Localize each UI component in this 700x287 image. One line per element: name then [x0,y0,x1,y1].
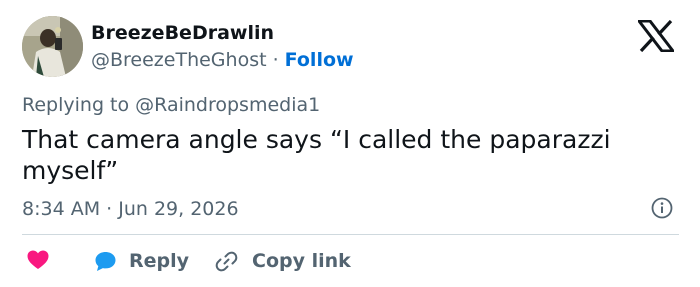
avatar[interactable] [22,16,83,77]
author-handle-line: @BreezeTheGhost · Follow [91,48,354,72]
tweet-text: That camera angle says “I called the pap… [22,125,611,185]
author-handle[interactable]: @BreezeTheGhost [91,49,267,71]
replying-to-mention[interactable]: @Raindropsmedia1 [135,94,320,116]
avatar-photo-icon [22,16,83,77]
handle-separator: · [266,49,285,71]
replying-to-context: Replying to @Raindropsmedia1 [22,93,320,117]
follow-button[interactable]: Follow [285,49,354,71]
heart-icon[interactable] [26,248,50,272]
action-bar: Reply Copy link [0,246,700,276]
info-icon[interactable] [651,197,673,219]
speech-bubble-icon [95,251,116,271]
divider [22,234,679,235]
tweet-timestamp[interactable]: 8:34 AM · Jun 29, 2026 [22,197,239,221]
x-logo-icon[interactable] [635,19,677,53]
tweet-card: BreezeBeDrawlin @BreezeTheGhost · Follow… [0,0,700,287]
reply-button[interactable]: Reply [93,246,189,276]
reply-label: Reply [129,250,190,272]
copy-link-button[interactable]: Copy link [214,246,351,276]
replying-to-prefix: Replying to [22,94,136,116]
copy-link-label: Copy link [252,250,351,272]
author-display-name[interactable]: BreezeBeDrawlin [91,21,274,45]
link-icon [215,251,238,271]
